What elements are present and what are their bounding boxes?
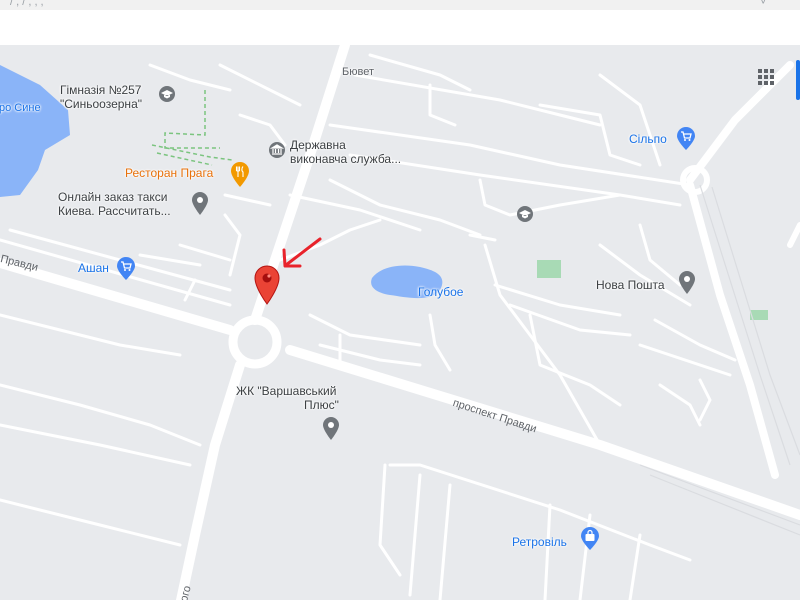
red-arrow xyxy=(282,237,322,268)
top-strip-text: / , / , , , xyxy=(10,0,44,8)
place-icon[interactable] xyxy=(191,192,209,216)
silpo-label[interactable]: Сільпо xyxy=(629,132,667,146)
taxi-label[interactable]: Онлайн заказ такси Киева. Рассчитать... xyxy=(58,190,171,218)
taxi-label-line2: Киева. Рассчитать... xyxy=(58,204,171,218)
shopping-cart-icon[interactable] xyxy=(116,257,136,281)
school-icon[interactable] xyxy=(516,205,534,223)
residential-label[interactable]: ЖК "Варшавський Плюс" xyxy=(236,384,339,412)
map-pin-icon[interactable] xyxy=(253,265,281,305)
state-service-label[interactable]: Державна виконавча служба... xyxy=(290,138,401,166)
shopping-cart-icon[interactable] xyxy=(676,127,696,151)
state-service-label-line1: Державна xyxy=(290,138,346,152)
taxi-label-line1: Онлайн заказ такси xyxy=(58,190,168,204)
chevron-down-icon[interactable]: ˅ xyxy=(760,0,766,8)
place-icon[interactable] xyxy=(322,417,340,441)
government-icon[interactable] xyxy=(268,141,286,159)
buvet-label[interactable]: Бювет xyxy=(342,65,374,79)
lake-label-partial[interactable]: ро Сине xyxy=(0,101,41,115)
restaurant-icon[interactable] xyxy=(230,162,250,188)
gymnasium-label-line1: Гімназія №257 xyxy=(60,83,142,97)
park-1 xyxy=(537,260,561,278)
apps-grid-icon[interactable] xyxy=(754,65,778,89)
side-panel-edge[interactable] xyxy=(796,60,800,100)
residential-label-line2: Плюс" xyxy=(304,398,339,412)
auchan-label[interactable]: Ашан xyxy=(78,261,109,275)
top-strip: / , / , , , ˅ xyxy=(0,0,800,10)
post-office-icon[interactable] xyxy=(678,271,696,295)
restaurant-label[interactable]: Ресторан Прага xyxy=(125,166,213,180)
lake-label[interactable]: Голубое xyxy=(418,285,463,299)
gymnasium-label-line2: "Синьоозерна" xyxy=(60,97,142,111)
nova-poshta-label[interactable]: Нова Пошта xyxy=(596,278,665,292)
retroville-label[interactable]: Ретровіль xyxy=(512,535,567,549)
map-view[interactable]: ро Сине Гімназія №257 "Синьоозерна" Держ… xyxy=(0,45,800,600)
residential-label-line1: ЖК "Варшавський xyxy=(236,384,337,398)
shopping-bag-icon[interactable] xyxy=(580,527,600,551)
school-icon[interactable] xyxy=(158,85,176,103)
gymnasium-label[interactable]: Гімназія №257 "Синьоозерна" xyxy=(60,83,142,111)
state-service-label-line2: виконавча служба... xyxy=(290,152,402,166)
